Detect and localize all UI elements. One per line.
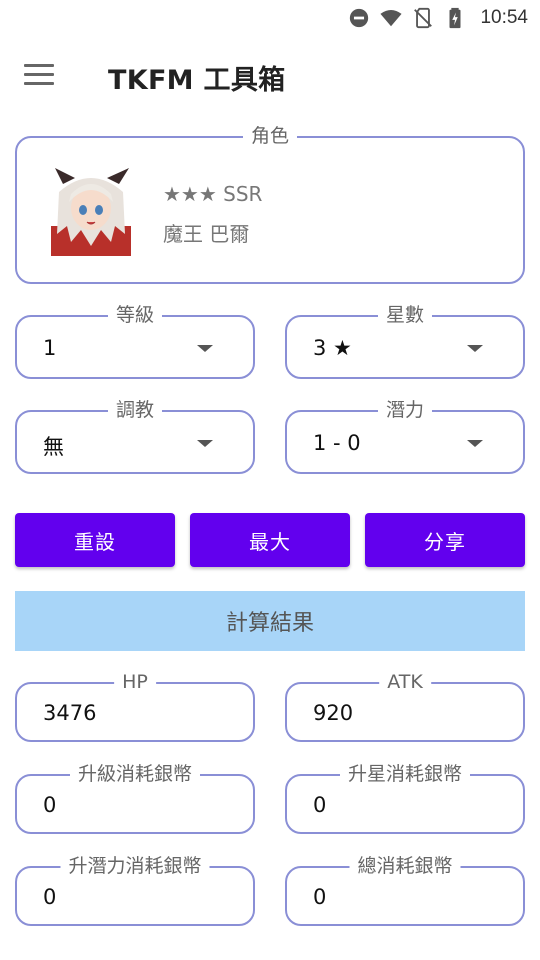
level-dropdown[interactable]: 等級 1 — [15, 303, 255, 379]
do-not-disturb-icon — [350, 8, 369, 28]
stars-label: 星數 — [377, 303, 433, 327]
atk-label: ATK — [379, 670, 431, 694]
level-cost-field: 升級消耗銀幣 0 — [15, 762, 255, 834]
potential-value: 1 - 0 — [313, 431, 361, 455]
level-cost-value: 0 — [43, 793, 57, 817]
training-label: 調教 — [107, 398, 163, 422]
potential-cost-value: 0 — [43, 885, 57, 909]
result-header: 計算結果 — [15, 591, 525, 651]
training-value: 無 — [43, 435, 64, 459]
share-button[interactable]: 分享 — [365, 513, 525, 567]
level-cost-label: 升級消耗銀幣 — [69, 762, 201, 786]
hp-value: 3476 — [43, 701, 97, 725]
chevron-down-icon — [467, 440, 483, 447]
app-bar: TKFM 工具箱 — [0, 36, 540, 120]
chevron-down-icon — [197, 440, 213, 447]
max-button[interactable]: 最大 — [190, 513, 350, 567]
total-cost-label: 總消耗銀幣 — [349, 854, 461, 878]
character-avatar — [51, 168, 131, 256]
character-selector[interactable]: 角色 ★★★ SSR 魔王 巴爾 — [15, 124, 525, 284]
star-cost-field: 升星消耗銀幣 0 — [285, 762, 525, 834]
training-dropdown[interactable]: 調教 無 — [15, 398, 255, 474]
chevron-down-icon — [197, 345, 213, 352]
hamburger-menu-icon[interactable] — [24, 64, 60, 92]
hp-field: HP 3476 — [15, 670, 255, 742]
character-label: 角色 — [242, 124, 298, 148]
level-value: 1 — [43, 336, 57, 360]
total-cost-value: 0 — [313, 885, 327, 909]
stars-dropdown[interactable]: 星數 3 ★ — [285, 303, 525, 379]
potential-cost-label: 升潛力消耗銀幣 — [60, 854, 210, 878]
status-time: 10:54 — [480, 7, 528, 28]
total-cost-field: 總消耗銀幣 0 — [285, 854, 525, 926]
status-icons: 10:54 — [348, 6, 528, 30]
potential-cost-field: 升潛力消耗銀幣 0 — [15, 854, 255, 926]
stars-value: 3 ★ — [313, 336, 352, 360]
reset-button[interactable]: 重設 — [15, 513, 175, 567]
battery-charging-icon — [449, 7, 461, 29]
potential-dropdown[interactable]: 潛力 1 - 0 — [285, 398, 525, 474]
wifi-icon — [380, 9, 402, 27]
level-label: 等級 — [107, 303, 163, 327]
atk-field: ATK 920 — [285, 670, 525, 742]
status-bar: 10:54 — [0, 0, 540, 36]
character-name: 魔王 巴爾 — [163, 222, 250, 246]
character-rarity: ★★★ SSR — [163, 182, 263, 206]
app-title: TKFM 工具箱 — [108, 65, 286, 96]
potential-label: 潛力 — [377, 398, 433, 422]
star-cost-label: 升星消耗銀幣 — [339, 762, 471, 786]
atk-value: 920 — [313, 701, 354, 725]
star-cost-value: 0 — [313, 793, 327, 817]
no-sim-icon — [414, 7, 433, 29]
chevron-down-icon — [467, 345, 483, 352]
hp-label: HP — [114, 670, 156, 694]
